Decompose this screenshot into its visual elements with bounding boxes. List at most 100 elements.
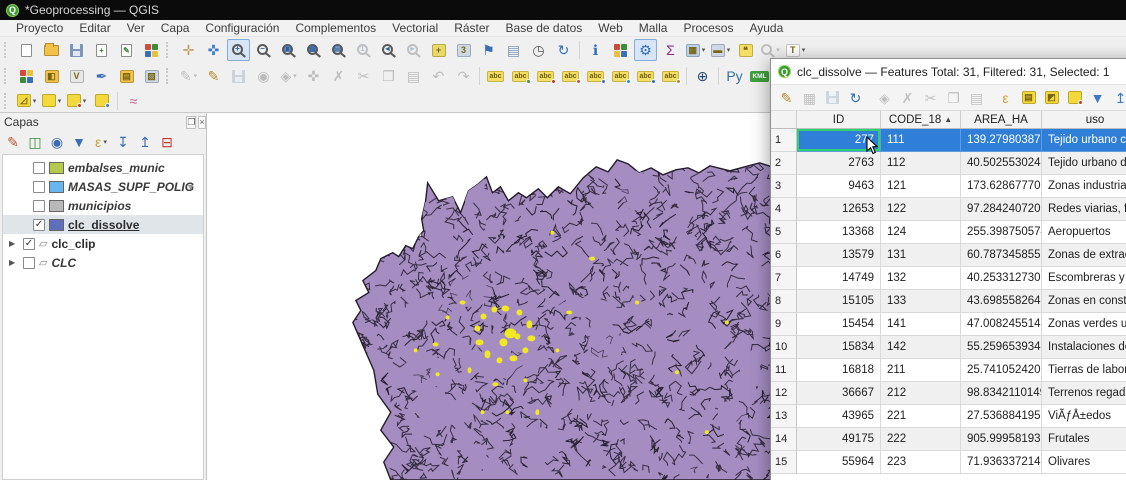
new-temporary-scratch-layer-button[interactable]: ✒ <box>90 65 113 87</box>
new-mesh-layer-button[interactable]: ▤ <box>115 65 138 87</box>
zoom-next-button[interactable]: ▸ <box>402 39 425 61</box>
cell-code[interactable]: 132 <box>881 267 961 290</box>
menu-item-malla[interactable]: Malla <box>631 20 676 36</box>
row-number[interactable]: 7 <box>771 267 797 290</box>
cell-id[interactable]: 14749 <box>797 267 881 290</box>
layer-checkbox-clc_clip[interactable]: ✓ <box>23 238 35 250</box>
deselect-features-button[interactable]: ▾ <box>65 90 88 112</box>
undo-button[interactable]: ↶ <box>427 65 450 87</box>
move-feature-button[interactable]: ✜ <box>302 65 325 87</box>
show-bookmarks-button[interactable]: ▤ <box>502 39 525 61</box>
new-feature-button[interactable]: ◈ <box>874 87 895 109</box>
select-features-button[interactable]: ◿▾ <box>15 90 38 112</box>
cell-uso[interactable]: Frutales <box>1042 428 1126 451</box>
vertex-tool-button[interactable]: ◉ <box>252 65 275 87</box>
move-selection-to-top-button[interactable]: ↥ <box>1110 87 1126 109</box>
attribute-table-titlebar[interactable]: Q clc_dissolve — Features Total: 31, Fil… <box>771 59 1126 85</box>
new-map-view-button[interactable]: + <box>427 39 450 61</box>
layer-checkbox-clc[interactable] <box>23 257 35 269</box>
toggle-editing-button[interactable]: ✎ <box>202 65 225 87</box>
row-number[interactable]: 5 <box>771 221 797 244</box>
export-kml-button[interactable]: KML <box>748 65 771 87</box>
cell-area[interactable]: 60.7873458550... <box>961 244 1042 267</box>
multiedit-mode-button[interactable]: ▦ <box>799 87 820 109</box>
menu-item-proyecto[interactable]: Proyecto <box>8 20 71 36</box>
elevation-profile-button[interactable]: ≈ <box>122 90 145 112</box>
cell-id[interactable]: 16818 <box>797 359 881 382</box>
select-features-dropdown-icon[interactable]: ▾ <box>33 97 37 105</box>
row-number[interactable]: 3 <box>771 175 797 198</box>
row-number[interactable]: 13 <box>771 405 797 428</box>
cut-features-button[interactable]: ✂ <box>352 65 375 87</box>
layer-item-clc[interactable]: ▶▱CLC <box>3 253 203 272</box>
new-geopackage-layer-button[interactable]: ◧ <box>40 65 63 87</box>
menu-item-editar[interactable]: Editar <box>71 20 118 36</box>
cell-id[interactable]: 49175 <box>797 428 881 451</box>
identify-features-button[interactable]: ℹ <box>584 39 607 61</box>
new-virtual-layer-button[interactable]: ▧ <box>140 65 163 87</box>
cell-area[interactable]: 97.2842407200... <box>961 198 1042 221</box>
open-attribute-table-button[interactable]: ▦▾ <box>684 39 707 61</box>
layer-item-municipios[interactable]: municipios <box>3 196 203 215</box>
cell-uso[interactable]: Zonas industrial... <box>1042 175 1126 198</box>
cell-id[interactable]: 55964 <box>797 451 881 474</box>
copy-row-button[interactable]: ❐ <box>943 87 964 109</box>
cell-id[interactable]: 36667 <box>797 382 881 405</box>
deselect-all-button[interactable] <box>1064 87 1085 109</box>
cell-id[interactable]: 43965 <box>797 405 881 428</box>
filter-by-expression-dropdown-icon[interactable]: ▾ <box>103 138 107 146</box>
cell-code[interactable]: 141 <box>881 313 961 336</box>
toggle-editing-button[interactable]: ✎ <box>776 87 797 109</box>
open-project-button[interactable] <box>40 39 63 61</box>
cell-id[interactable]: 15454 <box>797 313 881 336</box>
cell-area[interactable]: 40.2533127300... <box>961 267 1042 290</box>
zoom-in-button[interactable]: + <box>227 39 250 61</box>
expander-icon[interactable]: ▶ <box>9 258 19 267</box>
cell-uso[interactable]: Tierras de labor... <box>1042 359 1126 382</box>
cut-row-button[interactable]: ✂ <box>920 87 941 109</box>
new-print-layout-button[interactable]: ✎ <box>115 39 138 61</box>
open-attribute-table-dropdown-icon[interactable]: ▾ <box>702 46 706 54</box>
new-project-button[interactable] <box>15 39 38 61</box>
cell-uso[interactable]: Aeropuertos <box>1042 221 1126 244</box>
cell-code[interactable]: 131 <box>881 244 961 267</box>
save-project-as-button[interactable]: + <box>90 39 113 61</box>
cell-id[interactable]: 13579 <box>797 244 881 267</box>
cell-uso[interactable]: Terrenos regad... <box>1042 382 1126 405</box>
map-tips-button[interactable]: ❝ <box>734 39 757 61</box>
column-header-id[interactable]: ID <box>797 111 881 128</box>
row-number[interactable]: 9 <box>771 313 797 336</box>
add-feature-dropdown-icon[interactable]: ▾ <box>293 72 297 80</box>
pin-unpin-labels-button[interactable]: abc <box>534 65 557 87</box>
row-number[interactable]: 6 <box>771 244 797 267</box>
row-number[interactable]: 14 <box>771 428 797 451</box>
cell-code[interactable]: 122 <box>881 198 961 221</box>
cell-area[interactable]: 55.2596539349... <box>961 336 1042 359</box>
layer-diagram-options-button[interactable]: abc <box>509 65 532 87</box>
cell-code[interactable]: 212 <box>881 382 961 405</box>
row-number[interactable]: 8 <box>771 290 797 313</box>
select-features-by-value-button[interactable]: ▾ <box>40 90 63 112</box>
measure-line-button[interactable]: ▬▾ <box>709 39 732 61</box>
expander-icon[interactable]: ▶ <box>9 239 19 248</box>
delete-selected-features-button[interactable]: ✗ <box>897 87 918 109</box>
cell-area[interactable]: 71.9363372149... <box>961 451 1042 474</box>
cell-code[interactable]: 142 <box>881 336 961 359</box>
rotate-label-button[interactable]: abc <box>634 65 657 87</box>
add-group-button[interactable]: ◫ <box>25 133 45 152</box>
layer-item-masas_supf_polig[interactable]: MASAS_SUPF_POLIG▼ <box>3 177 203 196</box>
cell-uso[interactable]: Zonas verdes ur... <box>1042 313 1126 336</box>
row-number[interactable]: 15 <box>771 451 797 474</box>
cell-code[interactable]: 121 <box>881 175 961 198</box>
save-layer-edits-button[interactable] <box>227 65 250 87</box>
cell-id[interactable]: 9463 <box>797 175 881 198</box>
cell-code[interactable]: 223 <box>881 451 961 474</box>
move-label-button[interactable]: abc <box>609 65 632 87</box>
add-feature-button[interactable]: ◈▾ <box>277 65 300 87</box>
zoom-full-button[interactable]: ▣ <box>277 39 300 61</box>
cell-uso[interactable]: Escombreras y v... <box>1042 267 1126 290</box>
manage-map-themes-button[interactable]: ◉ <box>47 133 67 152</box>
filter-features-button[interactable]: ▼ <box>1087 87 1108 109</box>
layer-checkbox-clc_dissolve[interactable]: ✓ <box>33 219 45 231</box>
data-source-manager-button[interactable] <box>15 65 38 87</box>
